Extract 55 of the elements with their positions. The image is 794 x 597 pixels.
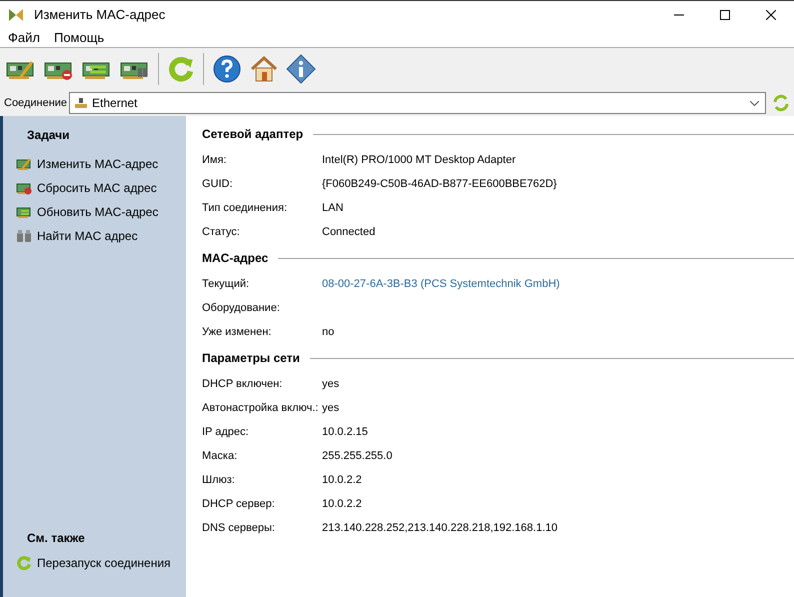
connection-dropdown[interactable]: Ethernet (69, 92, 766, 114)
field-label: Автонастройка включ.: (202, 400, 320, 416)
field-label: Маска: (202, 448, 238, 464)
field-value: {F060B249-C50B-46AD-B877-EE600BBE762D} (322, 176, 557, 192)
field-label: DHCP сервер: (202, 496, 276, 512)
field-value: yes (322, 376, 340, 392)
field-label: Статус: (202, 224, 241, 240)
field-label: GUID: (202, 176, 234, 192)
binoculars-icon (16, 229, 32, 243)
app-icon (8, 6, 24, 22)
field-label: DHCP включен: (202, 376, 284, 392)
field-value: 213.140.228.252,213.140.228.218,192.168.1.10 (322, 520, 558, 536)
field-value: 10.0.2.2 (322, 472, 362, 488)
section-heading: Параметры сети (202, 350, 301, 367)
help-icon[interactable] (212, 54, 242, 84)
field-value: 10.0.2.2 (322, 496, 362, 512)
mac-address-link[interactable]: 08-00-27-6A-3B-B3 (PCS Systemtechnik GmbH) (322, 276, 560, 292)
menu-item[interactable]: Файл (8, 28, 40, 48)
field-label: Текущий: (202, 276, 250, 292)
see-also-link[interactable]: Перезапуск соединения (37, 554, 171, 572)
menu-item[interactable]: Помощь (54, 28, 104, 48)
field-label: Имя: (202, 152, 228, 168)
field-value: 10.0.2.15 (322, 424, 368, 440)
field-value: 255.255.255.0 (322, 448, 392, 464)
field-label: Шлюз: (202, 472, 236, 488)
task-link[interactable]: Найти MAC адрес (37, 227, 138, 245)
task-link[interactable]: Изменить MAC-адрес (37, 155, 158, 173)
task-link[interactable]: Сбросить MAC адрес (37, 179, 157, 197)
close-icon (766, 10, 776, 20)
window-title: Изменить MAC-адрес (34, 6, 166, 24)
network-card-minus-icon (16, 181, 32, 195)
maximize-icon (720, 10, 730, 20)
home-icon[interactable] (250, 55, 278, 83)
tasks-heading: Задачи (27, 127, 71, 144)
field-value: yes (322, 400, 340, 416)
section-heading: Сетевой адаптер (202, 126, 304, 143)
network-icon (74, 97, 88, 109)
info-icon[interactable] (286, 54, 316, 84)
section-heading: MAC-адрес (202, 250, 270, 267)
field-label: IP адрес: (202, 424, 250, 440)
field-label: DNS серверы: (202, 520, 276, 536)
field-value: LAN (322, 200, 344, 216)
field-label: Тип соединения: (202, 200, 288, 216)
see-also-heading: См. также (27, 530, 86, 547)
field-value: Connected (322, 224, 376, 240)
network-card-pencil-icon (16, 157, 32, 171)
task-link[interactable]: Обновить MAC-адрес (37, 203, 158, 221)
field-value: no (322, 324, 334, 340)
chevron-down-icon (750, 100, 759, 106)
refresh-icon (16, 555, 32, 571)
field-value: Intel(R) PRO/1000 MT Desktop Adapter (322, 152, 516, 168)
connection-label: Соединение (4, 96, 68, 111)
field-label: Уже изменен: (202, 324, 272, 340)
field-label: Оборудование: (202, 300, 281, 316)
network-card-arrows-icon (16, 205, 32, 219)
